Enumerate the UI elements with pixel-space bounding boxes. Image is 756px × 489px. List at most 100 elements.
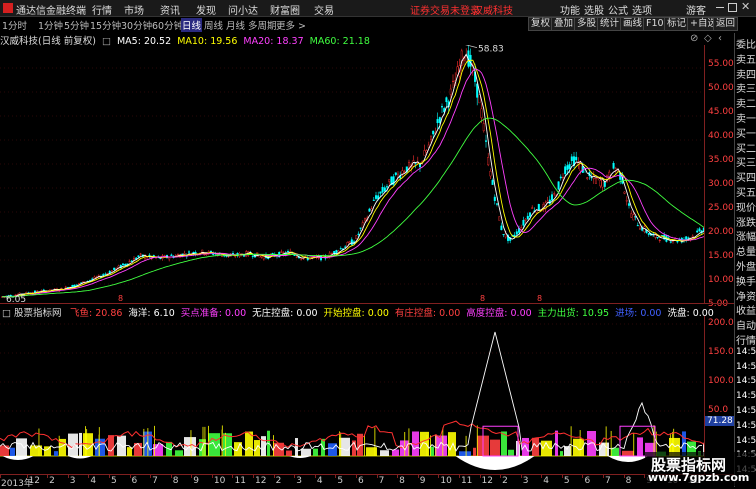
time-axis-label: 7 xyxy=(378,476,385,486)
side-panel-item[interactable]: 买三 xyxy=(736,154,756,169)
candle-body xyxy=(482,123,485,132)
indicator-dip-area xyxy=(455,456,535,470)
side-panel-item[interactable]: 换手 xyxy=(736,273,756,288)
button-biaoji[interactable]: 标记 xyxy=(664,17,690,31)
menu-xuanxiang[interactable]: 选项 xyxy=(632,2,652,17)
period-15min[interactable]: 15分钟 xyxy=(90,18,121,32)
candle-body xyxy=(104,273,107,275)
side-panel-item[interactable]: 14:50 xyxy=(736,347,756,357)
period-5min[interactable]: 5分钟 xyxy=(64,18,89,32)
side-panel-item[interactable]: 买二 xyxy=(736,140,756,155)
event-marker[interactable]: 8 xyxy=(480,294,485,303)
button-fanhui[interactable]: 返回 xyxy=(713,17,739,31)
period-1min[interactable]: 1分钟 xyxy=(38,18,63,32)
candle-body xyxy=(647,233,650,235)
ma20-line xyxy=(1,68,704,298)
menu-zixun[interactable]: 资讯 xyxy=(160,2,180,17)
side-panel-item[interactable]: 14:50 xyxy=(736,362,756,372)
minimize-icon[interactable] xyxy=(716,7,724,8)
side-panel-item[interactable]: 行情 xyxy=(736,332,756,347)
button-fuquan[interactable]: 复权 xyxy=(528,17,554,31)
side-panel-item[interactable]: 自动 xyxy=(736,317,756,332)
candle-body xyxy=(60,287,63,289)
time-axis-tick xyxy=(356,475,357,478)
side-panel-item[interactable]: 14:50 xyxy=(736,391,756,401)
maximize-icon[interactable] xyxy=(728,3,737,12)
event-marker[interactable]: 8 xyxy=(537,294,542,303)
menu-shichang[interactable]: 市场 xyxy=(124,2,144,17)
period-more[interactable]: 更多 > xyxy=(276,18,306,32)
stock-tab[interactable]: 汉威科技 xyxy=(473,2,513,17)
side-panel-item[interactable]: 买五 xyxy=(736,184,756,199)
candle-body xyxy=(337,250,340,253)
side-panel-item[interactable]: 买四 xyxy=(736,169,756,184)
user-label[interactable]: 游客 xyxy=(686,2,706,17)
time-axis-tick xyxy=(108,475,110,478)
candle-body xyxy=(394,172,397,175)
time-axis-label: 6 xyxy=(131,476,138,486)
side-panel-item[interactable]: 14:50 xyxy=(736,406,756,416)
menu-faxian[interactable]: 发现 xyxy=(196,2,216,17)
side-panel-item[interactable]: 现价 xyxy=(736,199,756,214)
candle-body xyxy=(176,254,179,256)
side-panel-item[interactable]: 净资 xyxy=(736,288,756,303)
button-huaxian[interactable]: 画线 xyxy=(620,17,646,31)
candle-body xyxy=(251,255,254,257)
candle-body xyxy=(493,196,496,201)
close-icon[interactable]: ✕ xyxy=(741,0,750,13)
period-1fenshi[interactable]: 1分时 xyxy=(2,18,27,32)
menu-xuangu[interactable]: 选股 xyxy=(584,2,604,17)
zoom-icon[interactable]: ⊘ xyxy=(690,33,698,44)
indicator-bar xyxy=(435,435,447,456)
ma-info-line: 汉威科技(日线 前复权) □ MA5: 20.52 MA10: 19.56 MA… xyxy=(0,33,370,47)
candle-body xyxy=(102,274,105,276)
trade-login-warning[interactable]: 证券交易未登录 xyxy=(410,2,480,17)
candle-body xyxy=(375,195,378,199)
menu-jiaoyi[interactable]: 交易 xyxy=(314,2,334,17)
side-panel-item[interactable]: 14:50 xyxy=(736,376,756,386)
side-panel-item[interactable]: 总量 xyxy=(736,243,756,258)
side-panel-item[interactable]: 卖五 xyxy=(736,51,756,66)
menu-wenxiaoda[interactable]: 问小达 xyxy=(228,2,258,17)
period-60min[interactable]: 60分钟 xyxy=(152,18,183,32)
collapse-icon[interactable]: ‹ xyxy=(718,33,722,44)
period-monthly[interactable]: 月线 xyxy=(226,18,245,32)
side-panel-item[interactable]: 卖二 xyxy=(736,95,756,110)
period-daily[interactable]: 日线 xyxy=(181,18,203,32)
time-axis-label: 2 xyxy=(502,476,508,486)
candle-body xyxy=(300,258,303,260)
menu-hangqing[interactable]: 行情 xyxy=(92,2,112,17)
menu-gongneng[interactable]: 功能 xyxy=(560,2,580,17)
side-panel-item[interactable]: 委比 xyxy=(736,36,756,51)
side-panel-item[interactable]: 外盘 xyxy=(736,258,756,273)
candle-body xyxy=(449,88,452,95)
side-panel-item[interactable]: 卖四 xyxy=(736,66,756,81)
indicator-chart[interactable] xyxy=(0,316,704,474)
candle-body xyxy=(685,236,688,240)
candle-body xyxy=(357,233,360,235)
time-axis-tick xyxy=(294,475,296,478)
expand-icon[interactable]: ◇ xyxy=(704,33,712,44)
period-30min[interactable]: 30分钟 xyxy=(121,18,152,32)
candle-body xyxy=(146,257,149,259)
event-marker[interactable]: 8 xyxy=(118,294,123,303)
side-panel-item[interactable]: 涨幅 xyxy=(736,228,756,243)
side-panel-item[interactable]: 卖三 xyxy=(736,80,756,95)
button-diejia[interactable]: 叠加 xyxy=(551,17,577,31)
side-panel-item[interactable]: 涨跌 xyxy=(736,214,756,229)
price-chart[interactable]: 58.83 6.05 8 8 8 xyxy=(0,45,704,303)
watermark-url: www.7gpzb.com xyxy=(648,471,750,484)
side-panel-item[interactable]: 买一 xyxy=(736,125,756,140)
candle-body xyxy=(91,278,94,280)
side-panel-item[interactable]: 卖一 xyxy=(736,110,756,125)
candle-body xyxy=(696,230,699,233)
button-tongji[interactable]: 统计 xyxy=(597,17,623,31)
side-panel-item[interactable]: 14:50 xyxy=(736,436,756,446)
menu-gongshi[interactable]: 公式 xyxy=(608,2,628,17)
button-duogu[interactable]: 多股 xyxy=(574,17,600,31)
side-panel-item[interactable]: 14:50 xyxy=(736,421,756,431)
period-multi[interactable]: 多周期 xyxy=(248,18,277,32)
menu-caifuquan[interactable]: 财富圈 xyxy=(270,2,300,17)
side-panel-item[interactable]: 收益 xyxy=(736,302,756,317)
period-weekly[interactable]: 周线 xyxy=(204,18,223,32)
